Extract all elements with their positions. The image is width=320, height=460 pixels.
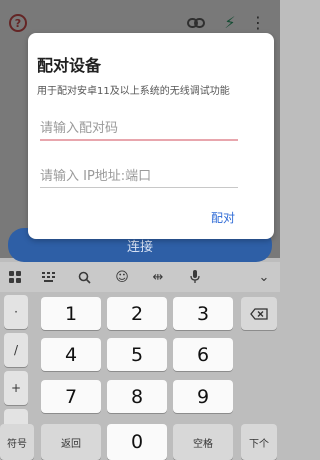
symbol-key-plus[interactable]: + [4,371,28,405]
emoji-icon[interactable]: ☺ [114,268,130,286]
pair-button[interactable]: 配对 [211,209,235,226]
pairing-code-input[interactable] [40,117,238,141]
apps-icon[interactable] [8,268,22,286]
key-9[interactable]: 9 [173,380,233,413]
search-icon[interactable] [76,268,92,286]
key-0[interactable]: 0 [107,424,167,460]
dialog-title: 配对设备 [37,56,102,75]
key-8[interactable]: 8 [107,380,167,413]
mic-icon[interactable] [187,268,203,286]
key-3[interactable]: 3 [173,297,233,330]
grid-icon[interactable] [41,268,55,286]
symbol-key-slash[interactable]: / [4,333,28,367]
key-4[interactable]: 4 [41,338,101,371]
key-6[interactable]: 6 [173,338,233,371]
key-1[interactable]: 1 [41,297,101,330]
dialog-subtitle: 用于配对安卓11及以上系统的无线调试功能 [37,86,230,97]
key-5[interactable]: 5 [107,338,167,371]
ip-port-input[interactable] [40,165,238,188]
symbol-key-dot[interactable]: · [4,295,28,329]
key-7[interactable]: 7 [41,380,101,413]
key-2[interactable]: 2 [107,297,167,330]
pair-device-dialog: 配对设备 用于配对安卓11及以上系统的无线调试功能 配对 [28,33,274,239]
back-key[interactable]: 返回 [41,424,101,460]
space-key[interactable]: 空格 [173,424,233,460]
backspace-icon [250,307,268,320]
chevron-down-icon[interactable]: ⌄ [256,268,272,286]
cursor-icon[interactable]: ⇹ [150,268,166,286]
backspace-key[interactable] [241,297,277,330]
symbols-key[interactable]: 符号 [0,424,34,460]
next-key[interactable]: 下个 [241,424,277,460]
keyboard-toolbar: ☺ ⇹ ⌄ [0,262,280,292]
